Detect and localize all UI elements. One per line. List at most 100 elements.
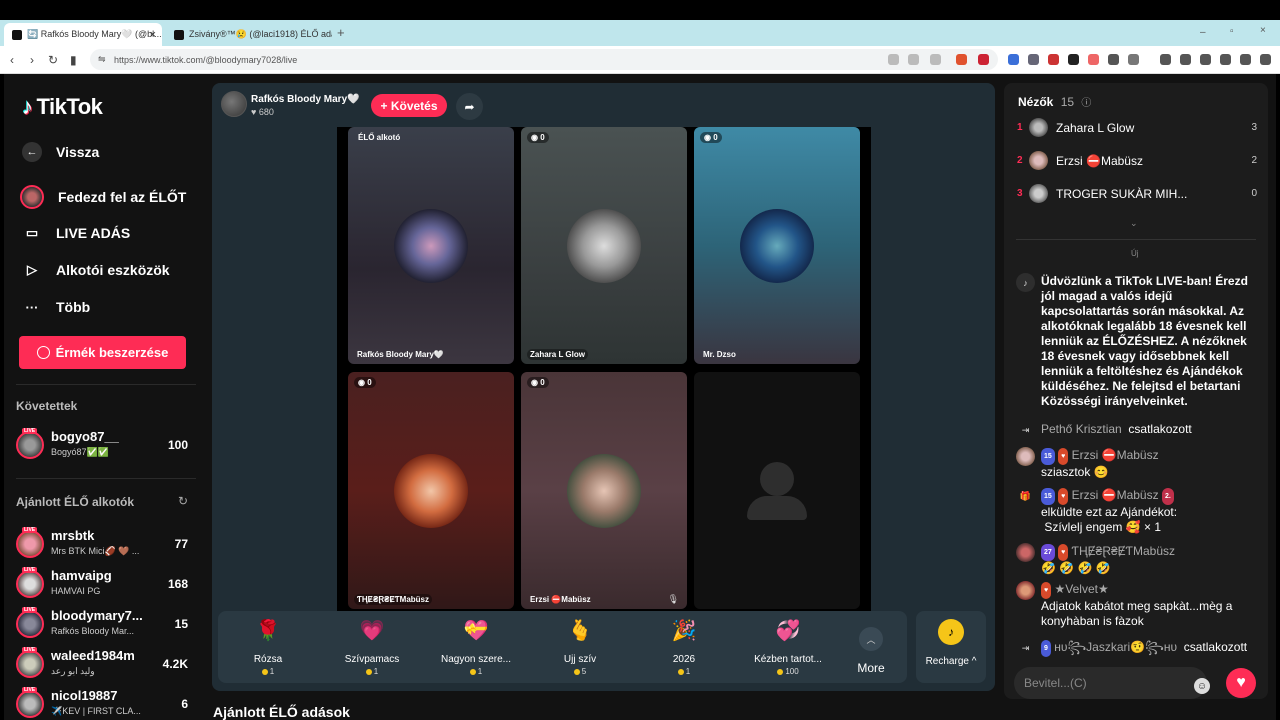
address-bar: ‹ › ↻ ▮ ⇋ https://www.tiktok.com/@bloody… (0, 46, 1280, 74)
tiktok-note-icon: ♪ (1016, 273, 1035, 292)
minimize-icon[interactable]: – (1200, 27, 1206, 38)
share-page-icon[interactable] (930, 54, 941, 65)
extension-icon[interactable] (1108, 54, 1119, 65)
gift-item[interactable]: 💝 Nagyon szere... 1 (426, 617, 526, 677)
user-avatar (1016, 543, 1035, 562)
window-top-strip (0, 0, 1280, 20)
vpn-icon[interactable] (1240, 54, 1251, 65)
new-tab-button[interactable]: + (337, 25, 345, 40)
user-avatar (1016, 581, 1035, 600)
like-heart-icon[interactable]: ♥ (1226, 668, 1256, 698)
emoji-icon[interactable]: ☺ (1194, 678, 1210, 694)
ai-icon[interactable] (1220, 54, 1231, 65)
gift-item[interactable]: 💞 Kézben tartot... 100 (738, 617, 838, 677)
site-settings-icon[interactable]: ⇋ (98, 54, 106, 65)
tile-badge: ◉ 0 (700, 132, 722, 143)
nav-label: Több (56, 299, 91, 315)
media-icon[interactable] (1160, 54, 1171, 65)
tab-inactive[interactable]: Zsivány®™😢 (@laci1918) ÉLŐ adás (166, 23, 332, 46)
suggested-account[interactable]: LIVE waleed1984m وليد ابو رعد 4.2K (14, 647, 192, 684)
host-avatar[interactable] (221, 91, 247, 117)
suggested-account[interactable]: LIVE mrsbtk Mrs BTK Mici🏈 🤎 ... 77 (14, 527, 192, 564)
join-username[interactable]: ʜᴜ꧂Jaszkari🤨꧂ʜᴜ (1054, 640, 1177, 654)
gift-item[interactable]: 🫰 Ujj szív 5 (530, 617, 630, 677)
bookmark-icon[interactable]: ▮ (70, 53, 77, 67)
chat-username[interactable]: ★Velvet★ (1055, 582, 1109, 596)
tab-active[interactable]: 🔄 Rafkós Bloody Mary🤍 (@bl... × (4, 23, 162, 46)
recharge-button[interactable]: ♪ Recharge ^ (916, 611, 986, 683)
forward-icon[interactable]: › (30, 53, 34, 67)
avatar (16, 530, 44, 558)
share-icon[interactable]: ➦ (456, 93, 483, 120)
url-input[interactable]: ⇋ https://www.tiktok.com/@bloodymary7028… (90, 49, 998, 70)
gift-item[interactable]: 💗 Szívpamacs 1 (322, 617, 422, 677)
suggested-account[interactable]: LIVE bloodymary7... Rafkós Bloody Mar...… (14, 607, 192, 644)
wallet-icon[interactable] (1200, 54, 1211, 65)
nav-creator-tools[interactable]: ▷ Alkotói eszközök (22, 260, 170, 280)
menu-icon[interactable] (1260, 54, 1271, 65)
translate-icon[interactable] (888, 54, 899, 65)
join-text: csatlakozott (1183, 640, 1248, 654)
get-coins-button[interactable]: Érmék beszerzése (19, 336, 186, 369)
rewards-icon[interactable] (978, 54, 989, 65)
live-stream-panel: Rafkós Bloody Mary🤍 ♥ 680 + Követés ➦ ÉL… (212, 83, 995, 691)
reload-icon[interactable]: ↻ (48, 53, 58, 67)
guest-tile[interactable]: ◉ 0 Erzsi ⛔Mabüsz 🎙 (521, 372, 687, 609)
suggested-account[interactable]: LIVE nicol19887 ✈️KEV | FIRST CLA... 6 (14, 687, 192, 720)
host-likes: ♥ 680 (251, 107, 274, 117)
empty-guest-slot[interactable] (694, 372, 860, 609)
viewer-row[interactable]: 1 Zahara L Glow 3 (1017, 117, 1257, 139)
recharge-label: Recharge ^ (925, 656, 977, 667)
close-window-icon[interactable]: × (1260, 25, 1266, 36)
expand-chevron-icon[interactable]: ⌄ (1130, 218, 1138, 229)
join-username[interactable]: Pethő Krisztian (1041, 422, 1122, 436)
extension-icon[interactable] (1028, 54, 1039, 65)
nav-live-studio[interactable]: ▭ LIVE ADÁS (22, 223, 130, 243)
extension-icon[interactable] (1048, 54, 1059, 65)
gift-name: Kézben tartot... (754, 654, 822, 665)
level-badge: 15 (1041, 448, 1055, 465)
close-tab-icon[interactable]: × (150, 29, 156, 41)
gift-item[interactable]: 🎉 2026 1 (634, 617, 734, 677)
gift-name: Nagyon szere... (440, 654, 512, 665)
viewer-row[interactable]: 3 TROGER SUKÀR MIH... 0 (1017, 183, 1257, 205)
gift-item[interactable]: 🌹 Rózsa 1 (218, 617, 318, 677)
nav-more[interactable]: ··· Több (22, 297, 91, 317)
extension-icon[interactable] (1088, 54, 1099, 65)
empty-avatar-icon (760, 462, 794, 496)
extension-icon[interactable] (1008, 54, 1019, 65)
nav-label: Vissza (56, 144, 100, 160)
chat-username[interactable]: Erzsi ⛔Mabüsz (1072, 488, 1159, 502)
brave-shield-icon[interactable] (956, 54, 967, 65)
nav-label: LIVE ADÁS (56, 225, 131, 241)
extension-icon[interactable] (1068, 54, 1079, 65)
zoom-icon[interactable] (908, 54, 919, 65)
guest-tile[interactable]: ◉ 0 Zahara L Glow (521, 127, 687, 364)
tiktok-logo[interactable]: ♪ TikTok (22, 94, 103, 120)
following-account[interactable]: LIVE bogyo87__ Bogyó87✅✅ 100 (14, 428, 192, 465)
more-label: More (857, 661, 885, 675)
guest-tile-host[interactable]: ÉLŐ alkotó Rafkós Bloody Mary🤍 (348, 127, 514, 364)
refresh-icon[interactable]: ↻ (178, 494, 188, 508)
maximize-icon[interactable]: ▫ (1230, 26, 1234, 37)
follow-button[interactable]: + Követés (371, 94, 447, 117)
viewer-row[interactable]: 2 Erzsi ⛔Mabüsz 2 (1017, 150, 1257, 172)
extension-icon[interactable] (1128, 54, 1139, 65)
viewers-count: 15 (1060, 95, 1075, 109)
nav-back[interactable]: ← Vissza (22, 142, 99, 162)
account-nickname: وليد ابو رعد (51, 666, 95, 676)
nav-explore-live[interactable]: Fedezd fel az ÉLŐT (20, 185, 186, 209)
guest-tile[interactable]: ◉ 0 Mr. Dzso (694, 127, 860, 364)
more-gifts-button[interactable]: ︿ More (851, 627, 891, 675)
suggested-account[interactable]: LIVE hamvaipg HAMVAI PG 168 (14, 567, 192, 604)
viewer-score: 2 (1251, 155, 1257, 166)
guest-name: ƬⱧɆ₴Ɽ₴ɆƬMabüsz (354, 594, 433, 605)
chat-username[interactable]: Erzsi ⛔Mabüsz (1072, 448, 1159, 462)
back-icon[interactable]: ‹ (10, 53, 14, 67)
host-name[interactable]: Rafkós Bloody Mary🤍 (251, 94, 360, 105)
guest-tile[interactable]: ◉ 0 ƬⱧɆ₴Ɽ₴ɆƬMabüsz (348, 372, 514, 609)
chat-username[interactable]: ƬⱧɆ₴Ɽ₴ɆƬMabüsz (1072, 544, 1175, 558)
sidebar-toggle-icon[interactable] (1180, 54, 1191, 65)
chat-input[interactable]: Bevitel...(C) (1014, 667, 1207, 699)
info-icon[interactable]: ⓘ (1081, 98, 1091, 109)
